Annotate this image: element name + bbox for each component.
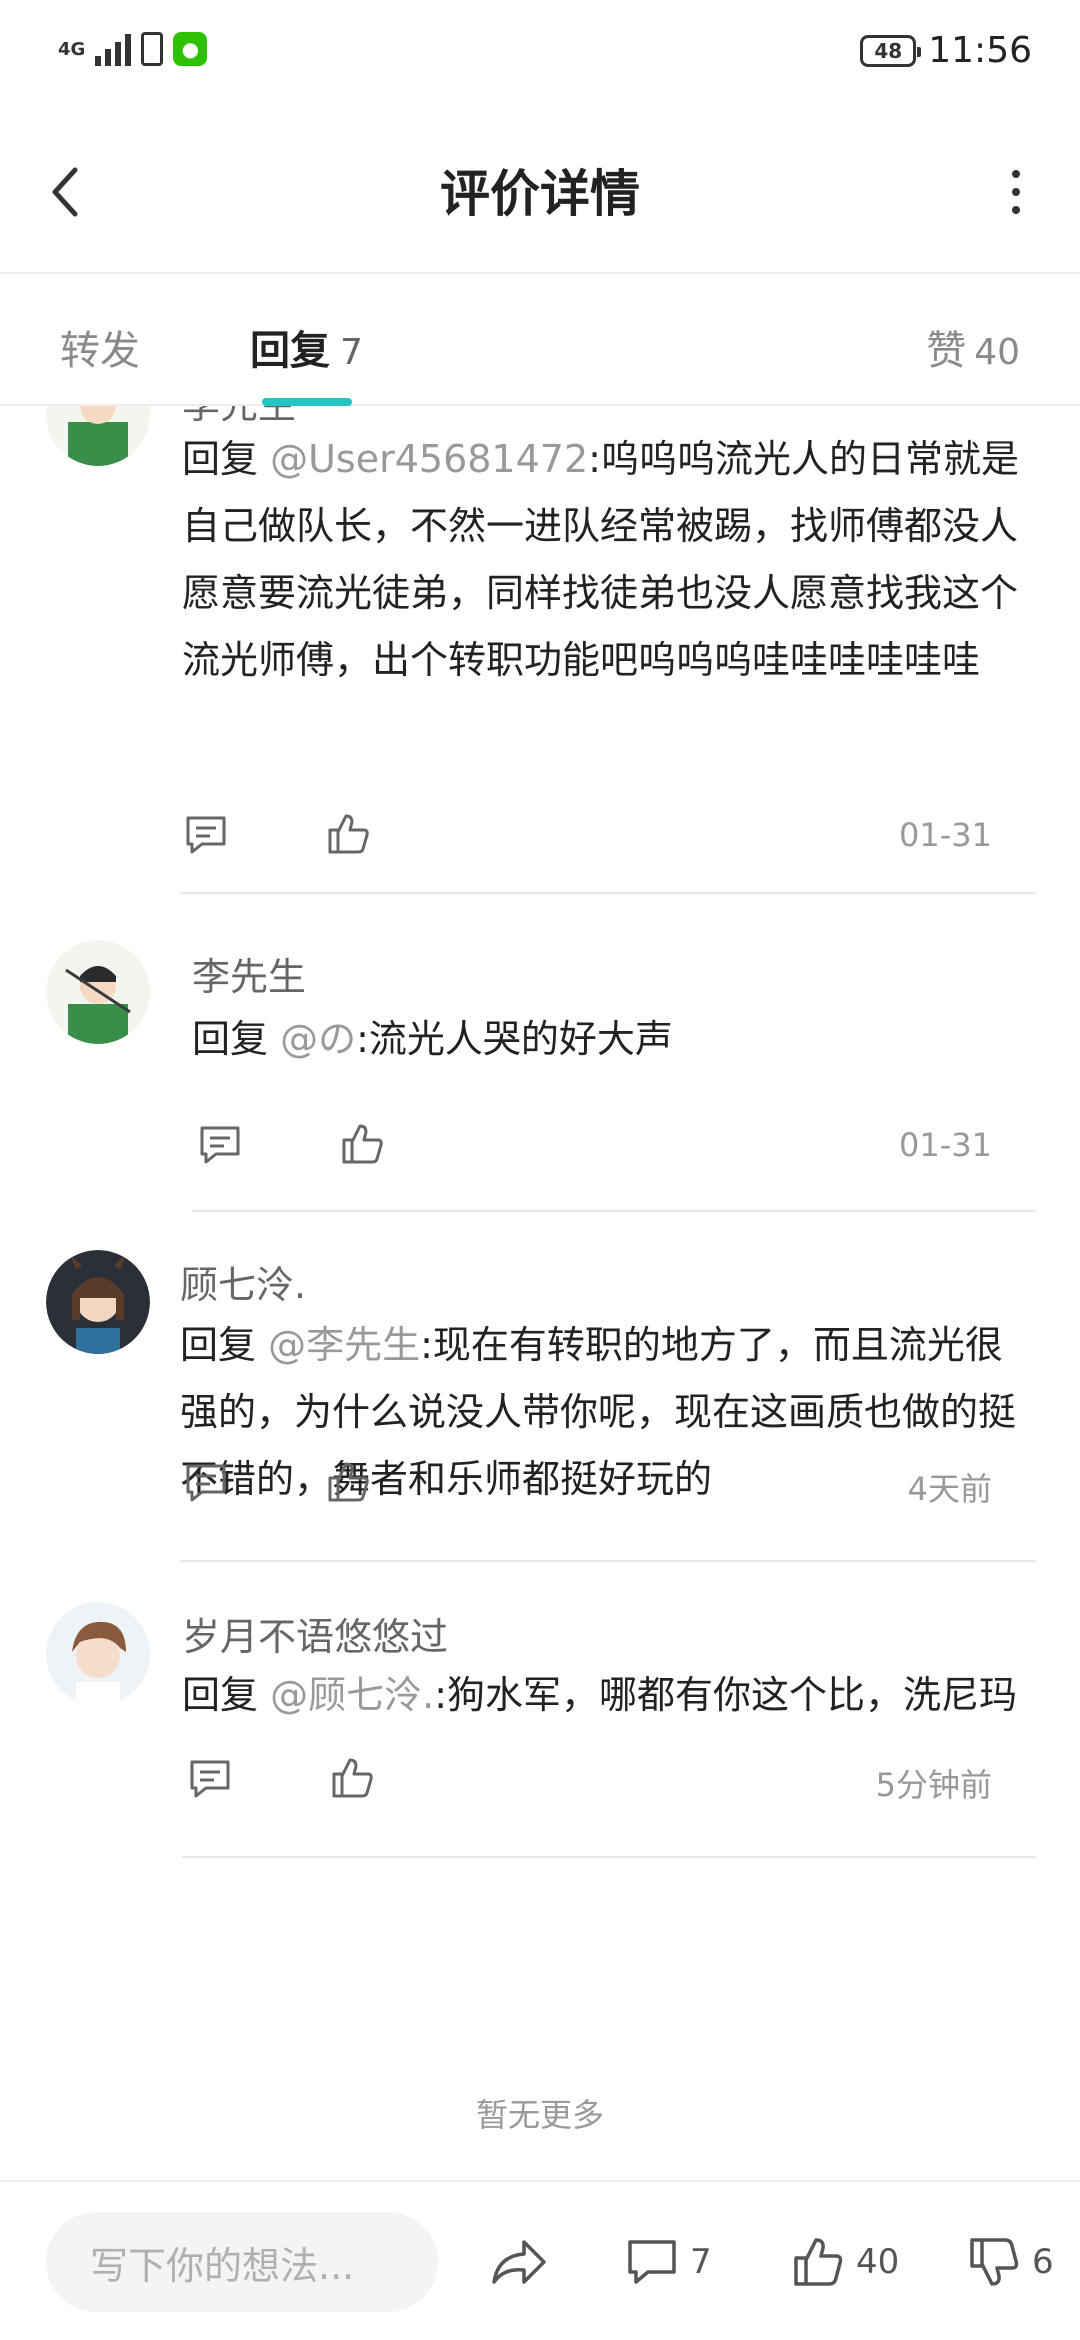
tab-forward-label: 转发 [60,328,140,374]
avatar[interactable] [46,406,150,466]
divider [180,892,1036,894]
reply-label: 回复 [180,1323,257,1367]
comment-date: 01-31 [899,1126,992,1164]
avatar[interactable] [46,1250,150,1354]
reply-label: 回复 [192,1017,269,1061]
dot-icon [1012,170,1020,178]
status-left: 4G ● [58,32,208,66]
comment-text: 回复 @顾七泠.:狗水军，哪都有你这个比，洗尼玛 [182,1662,1032,1729]
signal-icon [95,32,132,66]
comment-list[interactable]: 李先生 回复 @User45681472:呜呜呜流光人的日常就是自己做队长，不然… [0,406,1080,2180]
clock: 11:56 [928,30,1032,71]
comment-item: 李先生 回复 @の:流光人哭的好大声 01-31 [0,896,1080,1214]
thumbs-up-icon[interactable] [328,1754,376,1802]
comment-date: 5分钟前 [875,1766,992,1804]
comment-text: 回复 @User45681472:呜呜呜流光人的日常就是自己做队长，不然一进队经… [182,426,1032,694]
reply-label: 回复 [182,1673,259,1717]
status-bar: 4G ● 48 11:56 [0,0,1080,110]
comment-date: 4天前 [907,1470,992,1508]
tab-like-label: 赞 [926,328,967,374]
comment-content: :流光人哭的好大声 [356,1017,673,1061]
comment-author[interactable]: 顾七泠. [180,1254,306,1309]
wechat-icon: ● [173,32,208,66]
battery-level: 48 [874,38,903,63]
tab-like-count: 40 [974,332,1020,373]
comment-author[interactable]: 李先生 [192,946,306,1001]
network-type: 4G [58,38,86,60]
tab-reply-count: 7 [340,332,363,373]
comment-icon[interactable] [196,1120,244,1168]
tab-like[interactable]: 赞 40 [926,318,1020,376]
avatar-image [46,940,150,1044]
dot-icon [1012,206,1020,214]
comment-actions: 4天前 [182,1458,992,1518]
avatar-image [46,1250,150,1354]
mention-link[interactable]: @の [280,1017,356,1061]
tab-bar: 转发 回复 7 赞 40 [0,274,1080,406]
comment-bubble-icon [628,2240,676,2284]
status-right: 48 11:56 [860,30,1032,71]
more-options-button[interactable] [992,160,1040,224]
share-button[interactable] [490,2236,548,2288]
comment-icon[interactable] [182,810,230,858]
tab-reply-label: 回复 [250,328,330,374]
comment-icon[interactable] [186,1754,234,1802]
comment-author[interactable]: 岁月不语悠悠过 [182,1606,448,1661]
comment-input-placeholder: 写下你的想法... [90,2243,355,2288]
comment-icon[interactable] [182,1458,230,1506]
sim-card-icon [141,32,164,66]
thumbs-up-icon[interactable] [324,1458,372,1506]
avatar-image [46,1602,150,1706]
reply-label: 回复 [182,437,259,481]
header: 评价详情 [0,110,1080,274]
avatar-image [46,406,150,466]
dislike-button[interactable]: 6 [968,2236,1054,2288]
divider [182,1856,1036,1858]
no-more-text: 暂无更多 [475,2096,604,2134]
like-button[interactable]: 40 [792,2236,899,2288]
comment-item: 李先生 回复 @User45681472:呜呜呜流光人的日常就是自己做队长，不然… [0,406,1080,896]
comment-actions: 5分钟前 [186,1754,992,1814]
comment-text: 回复 @の:流光人哭的好大声 [192,1006,1022,1073]
thumbs-up-icon [794,2238,843,2286]
battery-icon: 48 [860,34,922,67]
share-icon [492,2240,546,2284]
avatar[interactable] [46,1602,150,1706]
page-title: 评价详情 [440,165,640,223]
bottom-action-bar: 写下你的想法... 7 40 6 [0,2180,1080,2340]
tab-reply[interactable]: 回复 7 [250,318,363,376]
comment-item: 岁月不语悠悠过 回复 @顾七泠.:狗水军，哪都有你这个比，洗尼玛 5分钟前 [0,1562,1080,1982]
avatar[interactable] [46,940,150,1044]
comment-actions: 01-31 [182,810,992,870]
like-count: 40 [856,2242,900,2282]
mention-link[interactable]: @顾七泠. [270,1673,434,1717]
dot-icon [1012,188,1020,196]
tab-forward[interactable]: 转发 [60,318,140,376]
mention-link[interactable]: @User45681472 [270,437,588,481]
divider [192,1210,1036,1212]
comment-content: :狗水军，哪都有你这个比，洗尼玛 [434,1673,1018,1717]
thumbs-up-icon[interactable] [338,1120,386,1168]
thumbs-down-icon [970,2238,1019,2286]
comment-count: 7 [690,2242,712,2282]
dislike-count: 6 [1032,2242,1054,2282]
active-tab-indicator [262,398,352,406]
comment-date: 01-31 [899,816,992,854]
comment-actions: 01-31 [196,1120,992,1180]
thumbs-up-icon[interactable] [324,810,372,858]
mention-link[interactable]: @李先生 [268,1323,420,1367]
comment-input[interactable]: 写下你的想法... [46,2212,438,2312]
comment-count-button[interactable]: 7 [626,2236,712,2288]
